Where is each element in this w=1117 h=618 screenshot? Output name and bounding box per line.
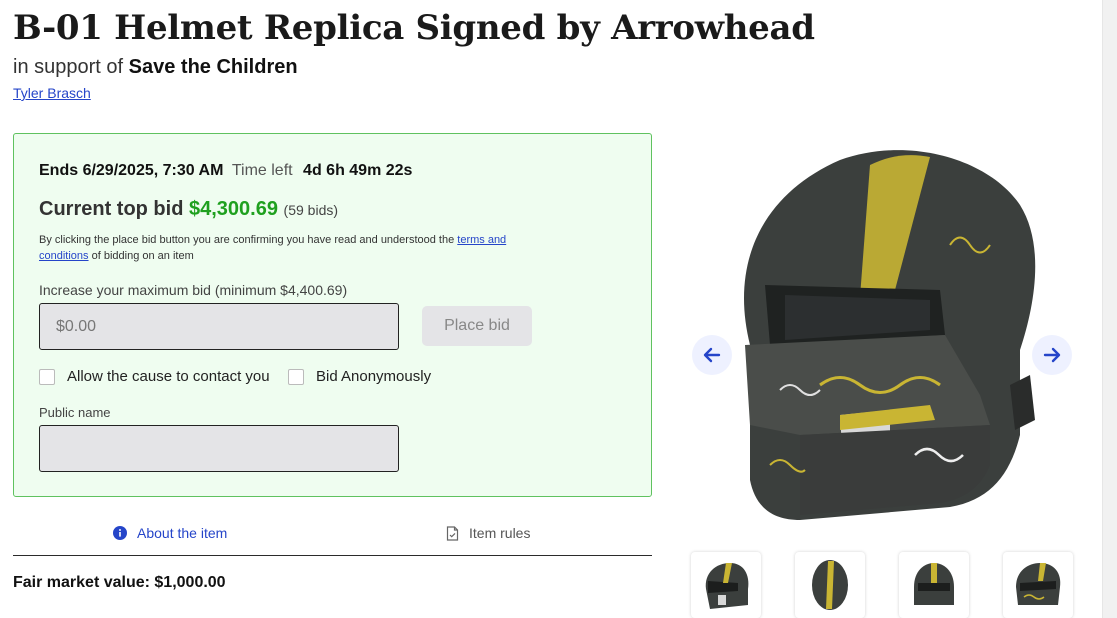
helmet-front-thumb: [914, 563, 954, 605]
checkbox-box[interactable]: [288, 368, 304, 385]
place-bid-button[interactable]: Place bid: [422, 306, 532, 346]
arrow-right-icon: [1043, 347, 1061, 363]
image-gallery: [690, 135, 1080, 535]
prev-image-button[interactable]: [692, 335, 732, 375]
helmet-top-thumb: [812, 560, 848, 610]
public-name-label: Public name: [39, 405, 111, 420]
allow-contact-checkbox[interactable]: Allow the cause to contact you: [39, 368, 270, 385]
item-title: B-01 Helmet Replica Signed by Arrowhead: [13, 8, 815, 48]
tab-item-rules[interactable]: Item rules: [446, 525, 530, 541]
gallery-thumbnail[interactable]: [691, 552, 761, 618]
fair-market-value: Fair market value: $1,000.00: [13, 574, 226, 591]
anonymous-label: Bid Anonymously: [316, 368, 432, 385]
anonymous-checkbox[interactable]: Bid Anonymously: [288, 368, 431, 385]
terms-notice: By clicking the place bid button you are…: [39, 232, 509, 264]
allow-contact-label: Allow the cause to contact you: [67, 368, 270, 385]
gallery-thumbnail[interactable]: [899, 552, 969, 618]
public-name-input[interactable]: [39, 425, 399, 472]
auction-timing: Ends 6/29/2025, 7:30 AM Time left 4d 6h …: [39, 162, 412, 180]
document-icon: [446, 525, 459, 541]
support-line: in support of Save the Children: [13, 56, 298, 79]
time-left-label: Time left: [231, 162, 293, 179]
top-bid-amount: $4,300.69: [189, 198, 278, 220]
terms-prefix: By clicking the place bid button you are…: [39, 234, 458, 246]
next-image-button[interactable]: [1032, 335, 1072, 375]
helmet-image: [744, 150, 1036, 521]
page-scrollbar[interactable]: [1102, 0, 1117, 618]
top-bid-label: Current top bid: [39, 198, 184, 220]
end-date: Ends 6/29/2025, 7:30 AM: [39, 162, 224, 179]
item-tabs: About the item Item rules: [13, 515, 652, 556]
gallery-thumbnail[interactable]: [1003, 552, 1073, 618]
info-icon: [113, 526, 127, 540]
helmet-side-thumb: [705, 563, 749, 609]
cause-name: Save the Children: [128, 56, 298, 78]
max-bid-label: Increase your maximum bid (minimum $4,40…: [39, 282, 348, 298]
helmet-angle-thumb: [1016, 563, 1061, 605]
support-prefix: in support of: [13, 56, 124, 78]
current-top-bid: Current top bid $4,300.69 (59 bids): [39, 198, 338, 221]
bid-count: (59 bids): [283, 202, 339, 218]
terms-suffix: of bidding on an item: [88, 250, 194, 262]
tab-about-item[interactable]: About the item: [113, 525, 227, 541]
time-left-value: 4d 6h 49m 22s: [303, 162, 413, 179]
gallery-thumbnail[interactable]: [795, 552, 865, 618]
author-link[interactable]: Tyler Brasch: [13, 85, 91, 101]
checkbox-box[interactable]: [39, 368, 55, 385]
max-bid-input[interactable]: $0.00: [39, 303, 399, 350]
arrow-left-icon: [703, 347, 721, 363]
tab-label: About the item: [137, 525, 228, 541]
tab-label: Item rules: [469, 525, 531, 541]
bid-panel: Ends 6/29/2025, 7:30 AM Time left 4d 6h …: [13, 133, 652, 497]
